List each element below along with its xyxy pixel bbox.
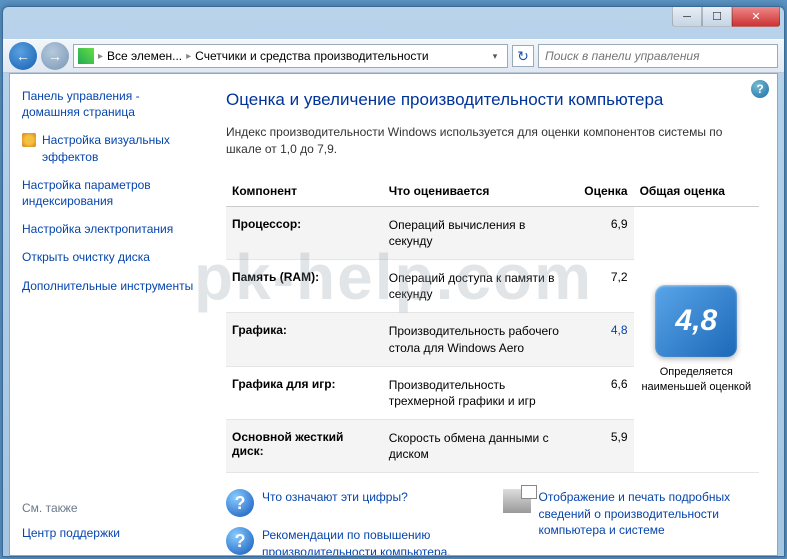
cell-desc: Производительность рабочего стола для Wi…	[383, 313, 571, 366]
sidebar-item-label: Настройка визуальных эффектов	[42, 132, 196, 164]
cell-component: Графика для игр:	[226, 366, 383, 419]
base-score-text: Определяется наименьшей оценкой	[640, 365, 753, 394]
footer-links: ? Что означают эти цифры? ? Рекомендации…	[226, 489, 759, 555]
sidebar-visual-effects[interactable]: Настройка визуальных эффектов	[22, 132, 196, 164]
link-label: Что означают эти цифры?	[262, 489, 408, 505]
link-tips[interactable]: ? Рекомендации по повышению производител…	[226, 527, 483, 555]
chevron-right-icon: ▸	[96, 51, 105, 62]
control-panel-icon	[78, 48, 94, 64]
cell-score-lowest: 4,8	[571, 313, 634, 366]
cell-component: Основной жесткий диск:	[226, 420, 383, 473]
shield-icon	[22, 133, 36, 147]
question-icon: ?	[226, 489, 254, 517]
see-also-heading: См. также	[22, 501, 120, 515]
maximize-button[interactable]: ☐	[702, 7, 732, 27]
sidebar: Панель управления - домашняя страница На…	[10, 74, 208, 555]
table-row: Процессор: Операций вычисления в секунду…	[226, 206, 759, 259]
content-area: Панель управления - домашняя страница На…	[9, 73, 778, 556]
link-print-details[interactable]: Отображение и печать подробных сведений …	[503, 489, 760, 555]
link-label: Отображение и печать подробных сведений …	[539, 489, 760, 538]
sidebar-home-link[interactable]: Панель управления - домашняя страница	[22, 88, 196, 120]
breadcrumb-item[interactable]: Счетчики и средства производительности	[195, 49, 428, 63]
close-button[interactable]: ✕	[732, 7, 780, 27]
printer-icon	[503, 489, 531, 513]
titlebar: ─ ☐ ✕	[3, 7, 784, 39]
question-icon: ?	[226, 527, 254, 555]
intro-text: Индекс производительности Windows исполь…	[226, 124, 759, 158]
navigation-bar: ← → ▸ Все элемен... ▸ Счетчики и средств…	[3, 39, 784, 73]
cell-component: Процессор:	[226, 206, 383, 259]
base-score-cell: 4,8 Определяется наименьшей оценкой	[634, 206, 759, 473]
cell-desc: Производительность трехмерной графики и …	[383, 366, 571, 419]
cell-score: 6,9	[571, 206, 634, 259]
main-panel: ? Оценка и увеличение производительности…	[208, 74, 777, 555]
cell-component: Память (RAM):	[226, 259, 383, 312]
cell-score: 5,9	[571, 420, 634, 473]
control-panel-window: ─ ☐ ✕ ← → ▸ Все элемен... ▸ Счетчики и с…	[2, 6, 785, 557]
sidebar-bottom: См. также Центр поддержки	[22, 501, 120, 541]
sidebar-disk-cleanup[interactable]: Открыть очистку диска	[22, 249, 196, 265]
breadcrumb-item[interactable]: Все элемен...	[107, 49, 182, 63]
breadcrumb[interactable]: ▸ Все элемен... ▸ Счетчики и средства пр…	[73, 44, 508, 68]
window-controls: ─ ☐ ✕	[672, 7, 780, 27]
sidebar-power[interactable]: Настройка электропитания	[22, 221, 196, 237]
cell-desc: Скорость обмена данными с диском	[383, 420, 571, 473]
col-score: Оценка	[571, 176, 634, 207]
col-description: Что оценивается	[383, 176, 571, 207]
cell-desc: Операций вычисления в секунду	[383, 206, 571, 259]
chevron-right-icon: ▸	[184, 51, 193, 62]
search-input[interactable]	[538, 44, 778, 68]
cell-desc: Операций доступа к памяти в секунду	[383, 259, 571, 312]
base-score-badge: 4,8	[655, 285, 737, 357]
col-base: Общая оценка	[634, 176, 759, 207]
cell-component: Графика:	[226, 313, 383, 366]
minimize-button[interactable]: ─	[672, 7, 702, 27]
forward-button[interactable]: →	[41, 42, 69, 70]
cell-score: 6,6	[571, 366, 634, 419]
link-what-numbers[interactable]: ? Что означают эти цифры?	[226, 489, 483, 517]
sidebar-support-link[interactable]: Центр поддержки	[22, 525, 120, 541]
cell-score: 7,2	[571, 259, 634, 312]
refresh-button[interactable]: ↻	[512, 45, 534, 67]
scores-table: Компонент Что оценивается Оценка Общая о…	[226, 176, 759, 474]
col-component: Компонент	[226, 176, 383, 207]
sidebar-indexing[interactable]: Настройка параметров индексирования	[22, 177, 196, 209]
page-title: Оценка и увеличение производительности к…	[226, 90, 759, 110]
help-icon[interactable]: ?	[751, 80, 769, 98]
sidebar-tools[interactable]: Дополнительные инструменты	[22, 278, 196, 294]
link-label: Рекомендации по повышению производительн…	[262, 527, 483, 555]
chevron-down-icon[interactable]: ▾	[487, 45, 503, 67]
back-button[interactable]: ←	[9, 42, 37, 70]
